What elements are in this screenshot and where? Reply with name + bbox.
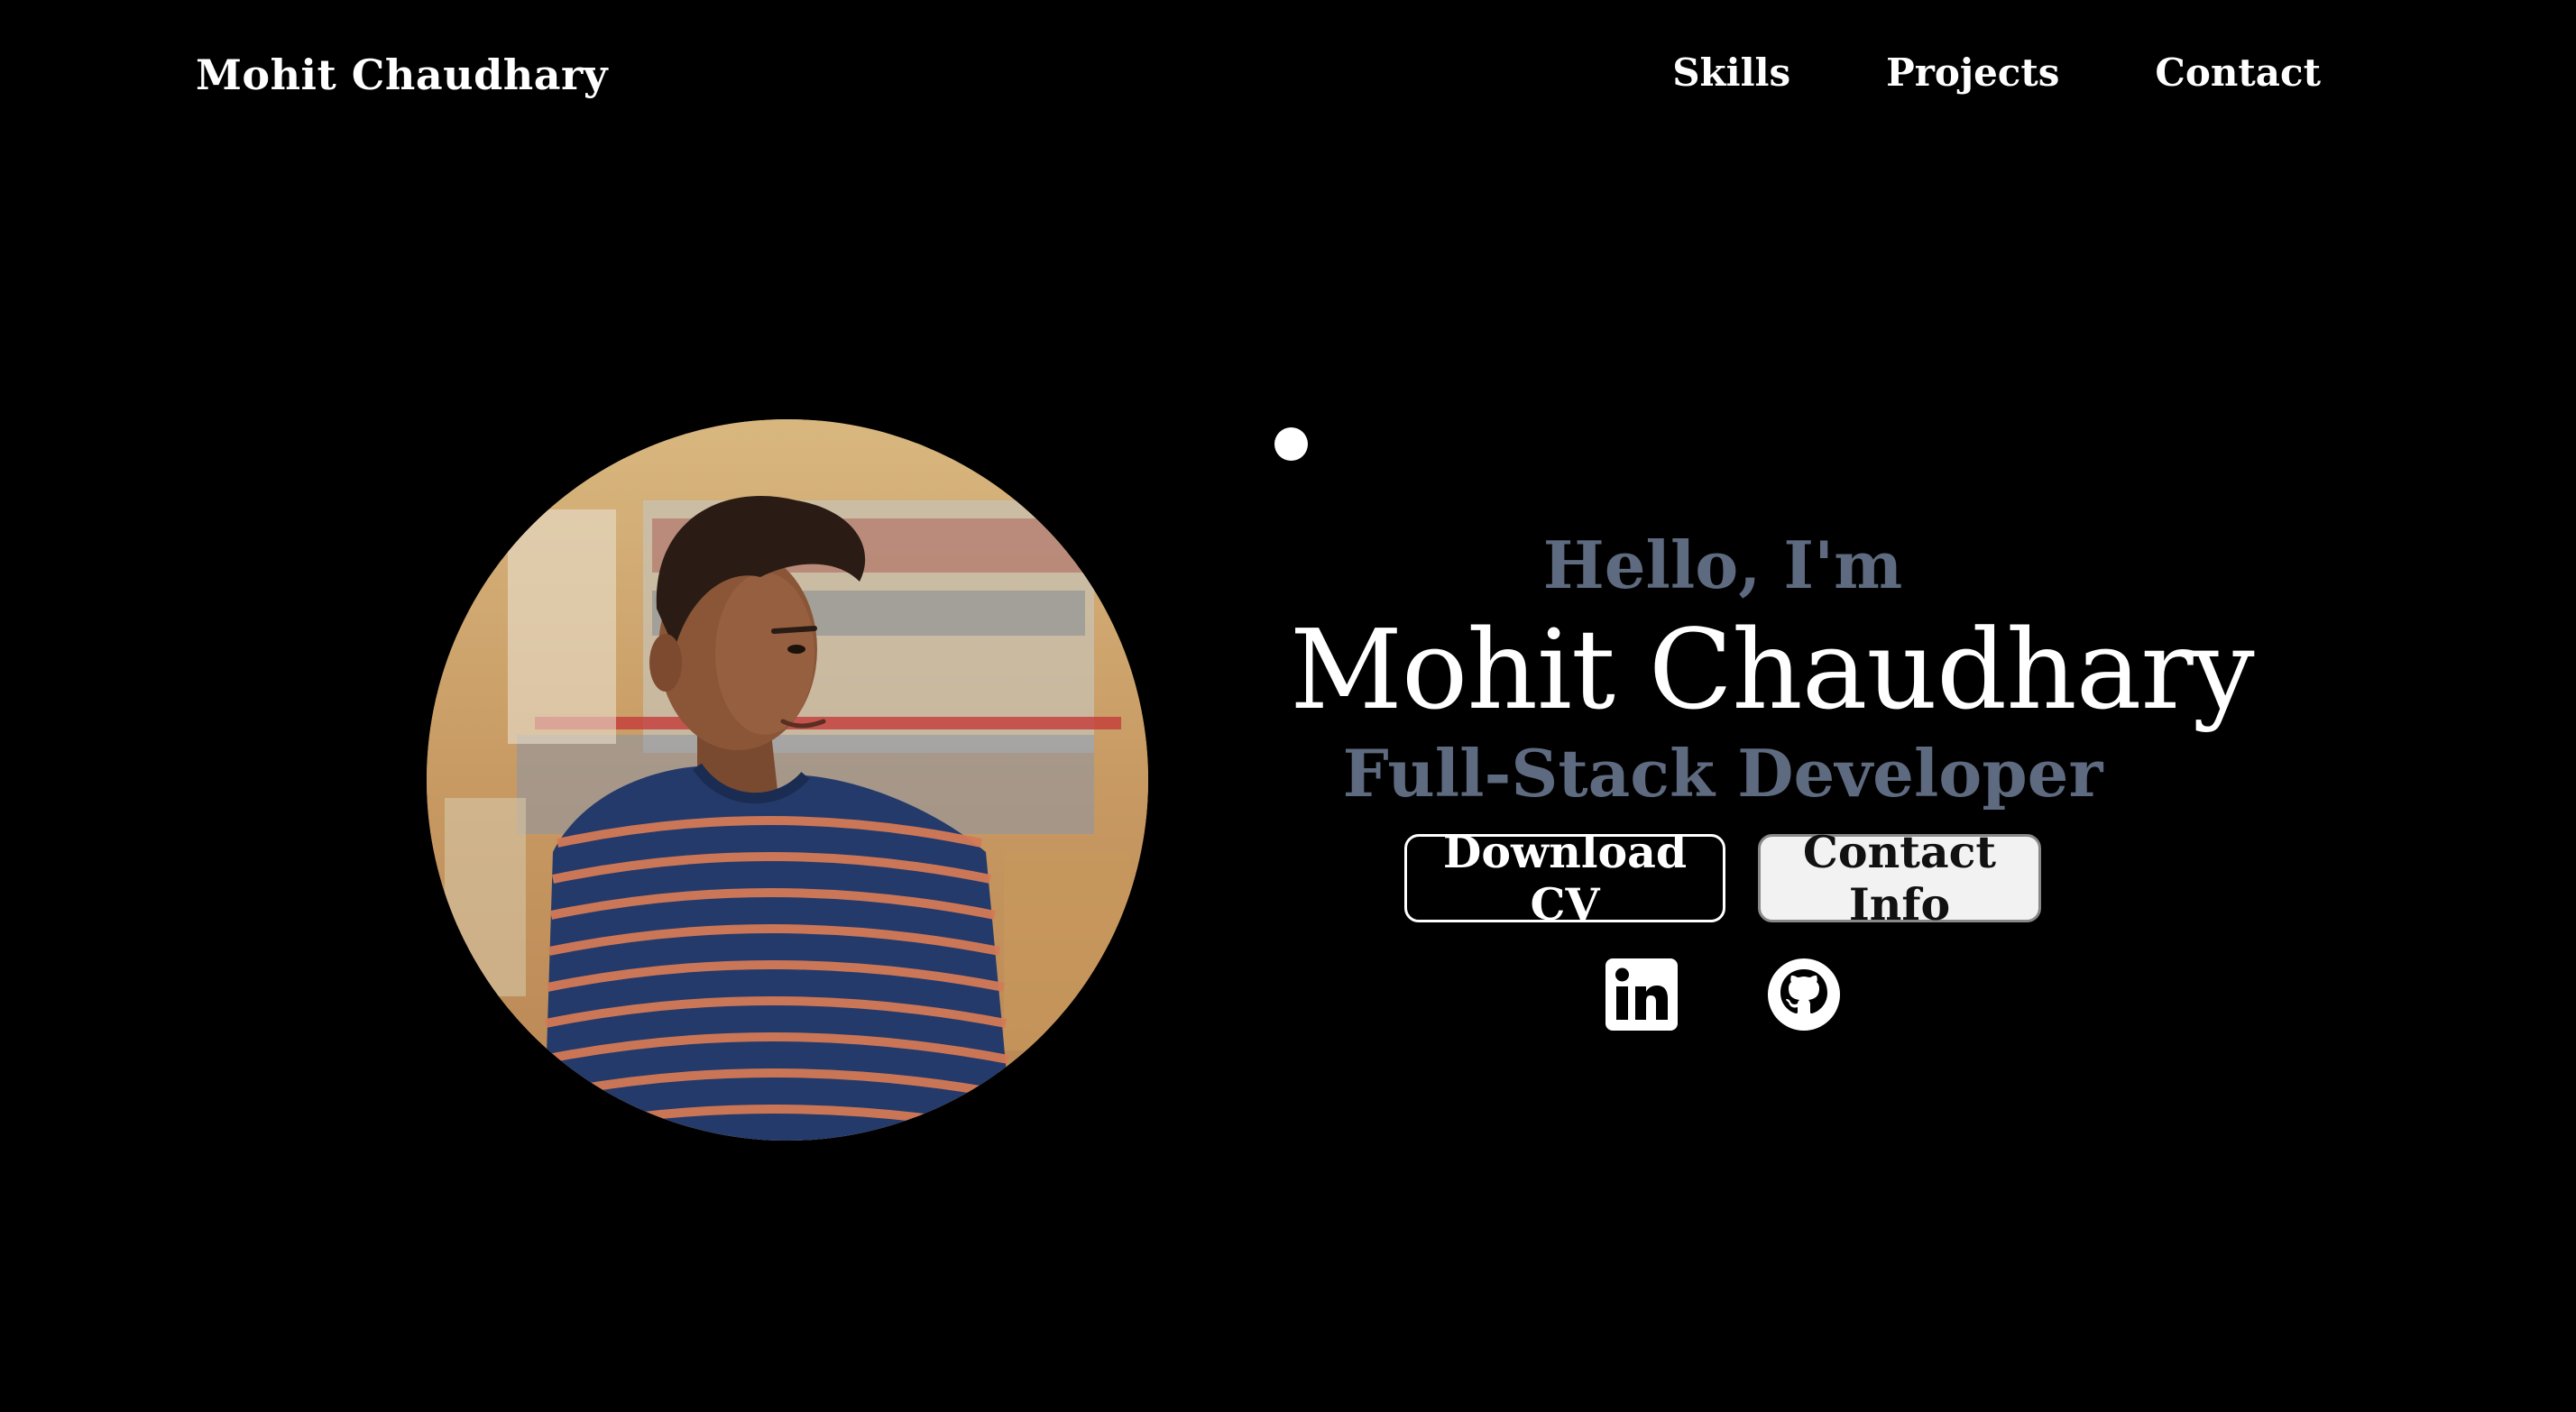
hero-role: Full-Stack Developer: [1342, 735, 2103, 811]
hero-greeting: Hello, I'm: [1542, 527, 1903, 603]
download-cv-button[interactable]: Download CV: [1404, 826, 1725, 931]
decorative-dot: [1274, 427, 1308, 461]
nav-link-contact[interactable]: Contact: [2155, 50, 2321, 95]
nav-brand[interactable]: Mohit Chaudhary: [196, 50, 608, 99]
nav-link-skills[interactable]: Skills: [1672, 50, 1790, 95]
social-links: [1290, 957, 2156, 1032]
nav-link-projects[interactable]: Projects: [1886, 50, 2059, 95]
profile-photo: [427, 419, 1148, 1141]
hero-name: Mohit Chaudhary: [1290, 606, 2255, 734]
contact-info-button[interactable]: Contact Info: [1758, 826, 2041, 931]
nav-links: Skills Projects Contact: [1672, 50, 2321, 95]
github-icon[interactable]: [1766, 957, 1842, 1032]
hero-buttons: Download CV Contact Info: [1290, 826, 2156, 931]
hero: Hello, I'm Mohit Chaudhary Full-Stack De…: [1290, 518, 2255, 1032]
linkedin-icon[interactable]: [1604, 957, 1679, 1032]
